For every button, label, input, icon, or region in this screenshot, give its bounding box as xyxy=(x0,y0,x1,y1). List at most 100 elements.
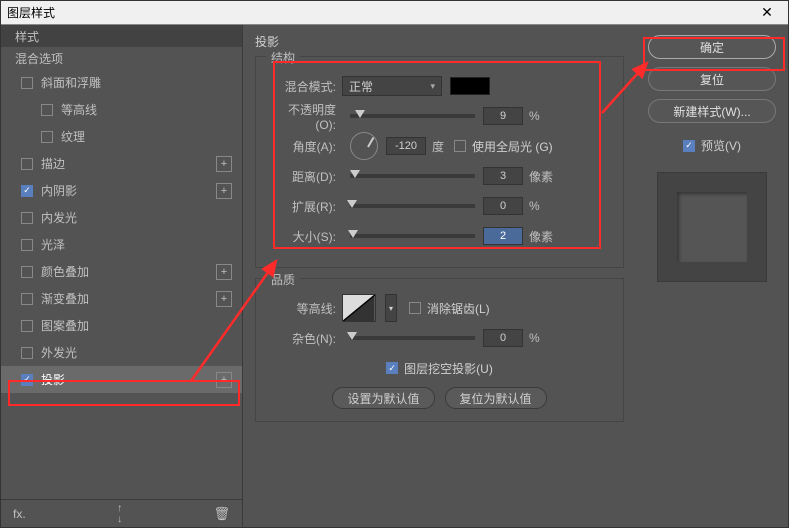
distance-row: 距离(D): 像素 xyxy=(268,165,611,187)
style-item-3[interactable]: 描边+ xyxy=(1,150,242,177)
style-item-label: 等高线 xyxy=(61,101,232,118)
trash-icon[interactable]: 🗑 xyxy=(213,506,230,522)
style-item-9[interactable]: 图案叠加 xyxy=(1,312,242,339)
reorder-icon[interactable]: ↑↓ xyxy=(117,503,122,525)
spread-row: 扩展(R): % xyxy=(268,195,611,217)
spread-unit: % xyxy=(529,199,540,213)
spread-input[interactable] xyxy=(483,197,523,215)
blend-mode-row: 混合模式: 正常 ▾ xyxy=(268,75,611,97)
style-item-7[interactable]: 颜色叠加+ xyxy=(1,258,242,285)
style-checkbox[interactable] xyxy=(21,158,33,170)
new-style-button[interactable]: 新建样式(W)... xyxy=(648,99,776,123)
style-item-label: 斜面和浮雕 xyxy=(41,74,232,91)
angle-dial[interactable] xyxy=(350,132,378,160)
preview-row: ✓ 预览(V) xyxy=(683,137,741,154)
style-item-10[interactable]: 外发光 xyxy=(1,339,242,366)
preview-inner xyxy=(677,192,747,262)
reset-default-button[interactable]: 复位为默认值 xyxy=(445,387,547,409)
style-item-1[interactable]: 等高线 xyxy=(1,96,242,123)
style-item-8[interactable]: 渐变叠加+ xyxy=(1,285,242,312)
style-item-0[interactable]: 斜面和浮雕 xyxy=(1,69,242,96)
styles-sidebar: 样式 混合选项 斜面和浮雕等高线纹理描边+✓内阴影+内发光光泽颜色叠加+渐变叠加… xyxy=(1,25,243,527)
opacity-label: 不透明度(O): xyxy=(268,101,342,132)
distance-label: 距离(D): xyxy=(268,168,342,185)
styles-header[interactable]: 样式 xyxy=(1,25,242,47)
style-checkbox[interactable] xyxy=(41,104,53,116)
style-item-label: 光泽 xyxy=(41,236,232,253)
style-item-2[interactable]: 纹理 xyxy=(1,123,242,150)
blend-mode-select[interactable]: 正常 ▾ xyxy=(342,76,442,96)
cancel-button[interactable]: 复位 xyxy=(648,67,776,91)
style-checkbox[interactable] xyxy=(21,77,33,89)
style-item-5[interactable]: 内发光 xyxy=(1,204,242,231)
preview-checkbox[interactable]: ✓ xyxy=(683,140,695,152)
dialog-title: 图层样式 xyxy=(7,4,752,21)
shadow-color-swatch[interactable] xyxy=(450,77,490,95)
distance-input[interactable] xyxy=(483,167,523,185)
opacity-row: 不透明度(O): % xyxy=(268,105,611,127)
set-default-button[interactable]: 设置为默认值 xyxy=(332,387,434,409)
style-checkbox[interactable] xyxy=(21,239,33,251)
contour-label: 等高线: xyxy=(268,300,342,317)
angle-row: 角度(A): 度 使用全局光 (G) xyxy=(268,135,611,157)
close-icon[interactable]: ✕ xyxy=(752,4,782,21)
style-item-6[interactable]: 光泽 xyxy=(1,231,242,258)
opacity-slider[interactable] xyxy=(350,114,475,118)
fx-icon[interactable]: fx. xyxy=(13,507,26,521)
plus-icon[interactable]: + xyxy=(216,291,232,307)
panel-title: 投影 xyxy=(255,33,624,50)
knockout-label: 图层挖空投影(U) xyxy=(404,360,493,377)
contour-dropdown[interactable]: ▾ xyxy=(385,294,397,322)
style-checkbox[interactable] xyxy=(21,320,33,332)
style-checkbox[interactable] xyxy=(21,347,33,359)
style-checkbox[interactable]: ✓ xyxy=(21,185,33,197)
opacity-input[interactable] xyxy=(483,107,523,125)
opacity-unit: % xyxy=(529,109,540,123)
angle-unit: 度 xyxy=(432,138,444,155)
layer-style-dialog: 图层样式 ✕ 样式 混合选项 斜面和浮雕等高线纹理描边+✓内阴影+内发光光泽颜色… xyxy=(0,0,789,528)
preview-label: 预览(V) xyxy=(701,137,741,154)
global-light-label: 使用全局光 (G) xyxy=(472,138,553,155)
noise-input[interactable] xyxy=(483,329,523,347)
quality-legend: 品质 xyxy=(266,271,300,288)
style-item-label: 纹理 xyxy=(61,128,232,145)
style-item-label: 颜色叠加 xyxy=(41,263,216,280)
angle-input[interactable] xyxy=(386,137,426,155)
plus-icon[interactable]: + xyxy=(216,372,232,388)
knockout-checkbox[interactable]: ✓ xyxy=(386,362,398,374)
distance-slider[interactable] xyxy=(350,174,475,178)
ok-button[interactable]: 确定 xyxy=(648,35,776,59)
size-slider[interactable] xyxy=(350,234,475,238)
style-checkbox[interactable] xyxy=(21,212,33,224)
blend-options-item[interactable]: 混合选项 xyxy=(1,47,242,69)
style-item-label: 内阴影 xyxy=(41,182,216,199)
style-item-label: 外发光 xyxy=(41,344,232,361)
style-checkbox[interactable] xyxy=(41,131,53,143)
preview-box xyxy=(657,172,767,282)
plus-icon[interactable]: + xyxy=(216,264,232,280)
style-list: 斜面和浮雕等高线纹理描边+✓内阴影+内发光光泽颜色叠加+渐变叠加+图案叠加外发光… xyxy=(1,69,242,499)
antialias-label: 消除锯齿(L) xyxy=(427,300,490,317)
size-input[interactable] xyxy=(483,227,523,245)
noise-unit: % xyxy=(529,331,540,345)
style-item-label: 描边 xyxy=(41,155,216,172)
settings-panel: 投影 结构 混合模式: 正常 ▾ 不透明度(O): % xyxy=(243,25,636,527)
plus-icon[interactable]: + xyxy=(216,183,232,199)
style-checkbox[interactable] xyxy=(21,266,33,278)
sidebar-footer: fx. ↑↓ 🗑 xyxy=(1,499,242,527)
global-light-checkbox[interactable] xyxy=(454,140,466,152)
chevron-down-icon: ▾ xyxy=(430,81,435,92)
style-checkbox[interactable] xyxy=(21,293,33,305)
style-item-label: 内发光 xyxy=(41,209,232,226)
style-item-4[interactable]: ✓ 内阴影+ xyxy=(1,177,242,204)
style-checkbox[interactable]: ✓ xyxy=(21,374,33,386)
antialias-checkbox[interactable] xyxy=(409,302,421,314)
contour-preview[interactable] xyxy=(342,294,376,322)
spread-slider[interactable] xyxy=(350,204,475,208)
distance-unit: 像素 xyxy=(529,168,553,185)
style-item-11[interactable]: ✓ 投影+ xyxy=(1,366,242,393)
plus-icon[interactable]: + xyxy=(216,156,232,172)
size-label: 大小(S): xyxy=(268,228,342,245)
style-item-label: 投影 xyxy=(41,371,216,388)
noise-slider[interactable] xyxy=(350,336,475,340)
